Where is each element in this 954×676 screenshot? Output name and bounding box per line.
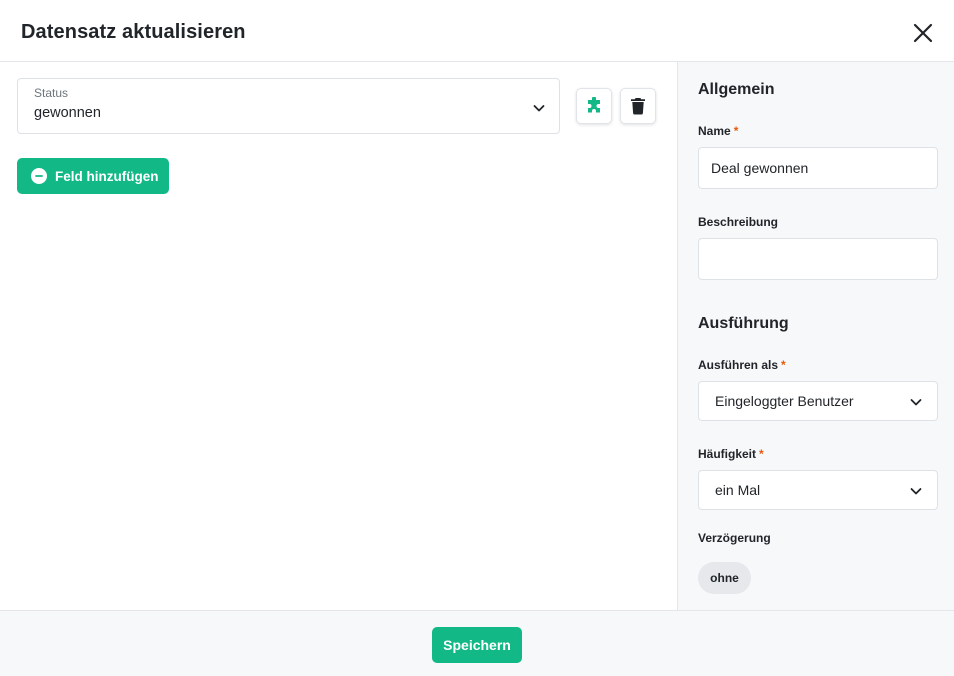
status-select[interactable]: Status gewonnen: [17, 78, 560, 134]
run-as-value: Eingeloggter Benutzer: [715, 393, 854, 409]
required-marker: *: [759, 447, 764, 461]
dialog-footer: Speichern: [0, 610, 954, 676]
run-as-label: Ausführen als *: [698, 358, 786, 372]
dialog-title: Datensatz aktualisieren: [21, 21, 246, 43]
close-button[interactable]: [909, 19, 937, 47]
add-field-button[interactable]: Feld hinzufügen: [17, 158, 169, 194]
delete-button[interactable]: [620, 88, 656, 124]
chevron-down-icon: [910, 488, 922, 495]
required-marker: *: [781, 358, 786, 372]
frequency-value: ein Mal: [715, 482, 761, 498]
dialog-header: Datensatz aktualisieren: [0, 0, 954, 62]
settings-sidebar: Allgemein Name * Deal gewonnen Beschreibu…: [677, 62, 954, 610]
close-icon: [913, 23, 933, 43]
frequency-select[interactable]: ein Mal: [698, 470, 938, 510]
delay-label: Verzögerung: [698, 531, 771, 545]
run-as-label-text: Ausführen als: [698, 358, 779, 372]
frequency-label: Häufigkeit *: [698, 447, 764, 461]
add-field-label: Feld hinzufügen: [55, 168, 159, 184]
trash-icon: [631, 98, 645, 115]
status-label: Status: [34, 86, 69, 100]
description-input[interactable]: [698, 238, 938, 280]
fields-panel: Status gewonnen Feld hinzufügen: [0, 62, 677, 610]
description-label: Beschreibung: [698, 215, 779, 229]
execution-section-title: Ausführung: [698, 315, 789, 332]
plus-circle-icon: [31, 168, 47, 184]
general-section-title: Allgemein: [698, 81, 775, 98]
run-as-select[interactable]: Eingeloggter Benutzer: [698, 381, 938, 421]
save-button[interactable]: Speichern: [432, 627, 522, 663]
plugin-button[interactable]: [576, 88, 612, 124]
puzzle-icon: [588, 97, 600, 113]
chevron-down-icon: [910, 399, 922, 406]
name-label-text: Name: [698, 124, 731, 138]
delay-chip[interactable]: ohne: [698, 562, 751, 594]
frequency-label-text: Häufigkeit: [698, 447, 757, 461]
chevron-down-icon: [533, 105, 545, 112]
required-marker: *: [733, 124, 739, 138]
status-value: gewonnen: [34, 105, 101, 121]
name-input[interactable]: Deal gewonnen: [698, 147, 938, 189]
name-label: Name *: [698, 124, 738, 138]
